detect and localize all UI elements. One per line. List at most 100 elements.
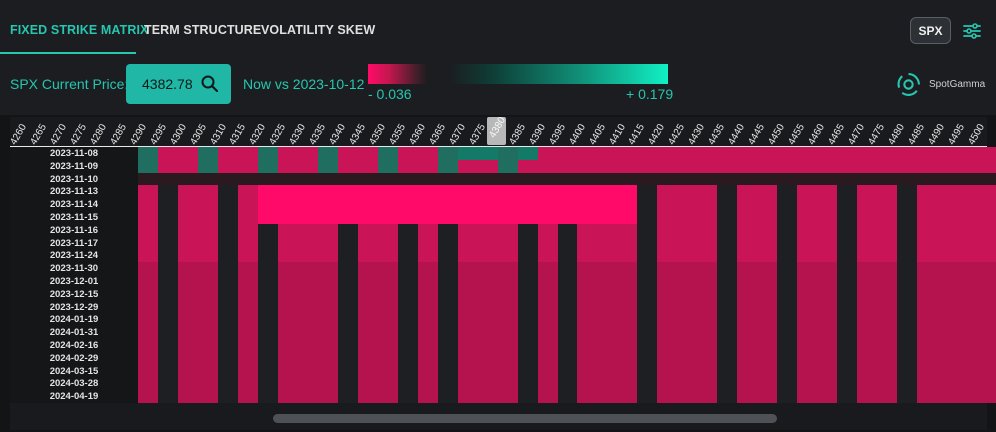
heatmap-cell[interactable] <box>937 287 958 302</box>
heatmap-cell[interactable] <box>837 313 858 327</box>
heatmap-cell[interactable] <box>177 159 199 174</box>
heatmap-cell[interactable] <box>897 326 918 340</box>
heatmap-cell[interactable] <box>777 287 798 302</box>
heatmap-cell[interactable] <box>617 377 638 391</box>
heatmap-cell[interactable] <box>357 326 379 340</box>
heatmap-cell[interactable] <box>677 147 698 161</box>
heatmap-cell[interactable] <box>497 339 519 353</box>
heatmap-cell[interactable] <box>517 262 539 276</box>
heatmap-cell[interactable] <box>217 275 239 289</box>
heatmap-cell[interactable] <box>557 326 578 340</box>
heatmap-cell[interactable] <box>597 390 618 404</box>
heatmap-cell[interactable] <box>297 351 319 366</box>
heatmap-cell[interactable] <box>337 185 359 199</box>
heatmap-cell[interactable] <box>557 223 578 238</box>
heatmap-cell[interactable] <box>977 351 996 366</box>
heatmap-cell[interactable] <box>857 377 878 391</box>
heatmap-cell[interactable] <box>217 249 239 263</box>
heatmap-cell[interactable] <box>797 300 818 314</box>
heatmap-cell[interactable] <box>597 147 618 161</box>
heatmap-cell[interactable] <box>397 249 419 263</box>
heatmap-cell[interactable] <box>477 198 499 212</box>
heatmap-cell[interactable] <box>497 287 519 302</box>
heatmap-cell[interactable] <box>497 326 519 340</box>
heatmap-cell[interactable] <box>397 223 419 238</box>
heatmap-cell[interactable] <box>877 364 898 378</box>
heatmap-cell[interactable] <box>277 172 299 186</box>
heatmap-cell[interactable] <box>257 249 279 263</box>
heatmap-cell[interactable] <box>138 185 159 199</box>
heatmap-cell[interactable] <box>237 249 259 263</box>
heatmap-cell[interactable] <box>697 313 718 327</box>
heatmap-cell[interactable] <box>817 262 838 276</box>
heatmap-cell[interactable] <box>597 249 618 263</box>
heatmap-cell[interactable] <box>577 390 598 404</box>
heatmap-cell[interactable] <box>837 159 858 174</box>
heatmap-cell[interactable] <box>337 377 359 391</box>
heatmap-cell[interactable] <box>157 287 179 302</box>
heatmap-cell[interactable] <box>677 377 698 391</box>
heatmap-cell[interactable] <box>677 339 698 353</box>
heatmap-cell[interactable] <box>517 390 539 404</box>
heatmap-cell[interactable] <box>617 223 638 238</box>
heatmap-cell[interactable] <box>557 147 578 161</box>
heatmap-cell[interactable] <box>717 300 738 314</box>
heatmap-cell[interactable] <box>577 377 598 391</box>
heatmap-cell[interactable] <box>477 147 499 161</box>
heatmap-cell[interactable] <box>217 313 239 327</box>
heatmap-cell[interactable] <box>717 172 738 186</box>
heatmap-cell[interactable] <box>817 377 838 391</box>
heatmap-cell[interactable] <box>977 339 996 353</box>
heatmap-cell[interactable] <box>597 236 618 250</box>
heatmap-cell[interactable] <box>177 147 199 161</box>
heatmap-cell[interactable] <box>977 364 996 378</box>
heatmap-cell[interactable] <box>177 313 199 327</box>
heatmap-cell[interactable] <box>897 211 918 225</box>
heatmap-cell[interactable] <box>397 390 419 404</box>
heatmap-cell[interactable] <box>557 185 578 199</box>
heatmap-cell[interactable] <box>537 198 558 212</box>
heatmap-cell[interactable] <box>177 236 199 250</box>
heatmap-cell[interactable] <box>937 159 958 174</box>
heatmap-cell[interactable] <box>737 364 758 378</box>
heatmap-cell[interactable] <box>297 147 319 161</box>
heatmap-cell[interactable] <box>717 326 738 340</box>
heatmap-cell[interactable] <box>957 236 978 250</box>
heatmap-cell[interactable] <box>237 147 259 161</box>
heatmap-cell[interactable] <box>477 364 499 378</box>
heatmap-cell[interactable] <box>697 223 718 238</box>
heatmap-cell[interactable] <box>457 147 479 161</box>
heatmap-cell[interactable] <box>937 326 958 340</box>
heatmap-cell[interactable] <box>277 147 299 161</box>
heatmap-cell[interactable] <box>138 326 159 340</box>
heatmap-cell[interactable] <box>977 390 996 404</box>
heatmap-cell[interactable] <box>277 287 299 302</box>
heatmap-cell[interactable] <box>217 198 239 212</box>
heatmap-cell[interactable] <box>837 198 858 212</box>
heatmap-cell[interactable] <box>217 159 239 174</box>
heatmap-cell[interactable] <box>857 147 878 161</box>
heatmap-cell[interactable] <box>537 249 558 263</box>
heatmap-cell[interactable] <box>157 390 179 404</box>
heatmap-cell[interactable] <box>897 198 918 212</box>
heatmap-cell[interactable] <box>257 326 279 340</box>
heatmap-cell[interactable] <box>217 364 239 378</box>
heatmap-cell[interactable] <box>437 159 459 174</box>
heatmap-cell[interactable] <box>397 185 419 199</box>
heatmap-cell[interactable] <box>437 249 459 263</box>
price-search-box[interactable]: 4382.78 <box>126 64 231 104</box>
heatmap-cell[interactable] <box>357 198 379 212</box>
heatmap-cell[interactable] <box>717 390 738 404</box>
heatmap-cell[interactable] <box>837 185 858 199</box>
heatmap-cell[interactable] <box>617 300 638 314</box>
heatmap-cell[interactable] <box>697 249 718 263</box>
heatmap-cell[interactable] <box>777 364 798 378</box>
heatmap-cell[interactable] <box>197 198 219 212</box>
heatmap-cell[interactable] <box>877 262 898 276</box>
heatmap-cell[interactable] <box>917 236 938 250</box>
heatmap-cell[interactable] <box>657 377 678 391</box>
heatmap-cell[interactable] <box>857 236 878 250</box>
heatmap-cell[interactable] <box>417 326 439 340</box>
heatmap-cell[interactable] <box>557 339 578 353</box>
heatmap-cell[interactable] <box>337 351 359 366</box>
